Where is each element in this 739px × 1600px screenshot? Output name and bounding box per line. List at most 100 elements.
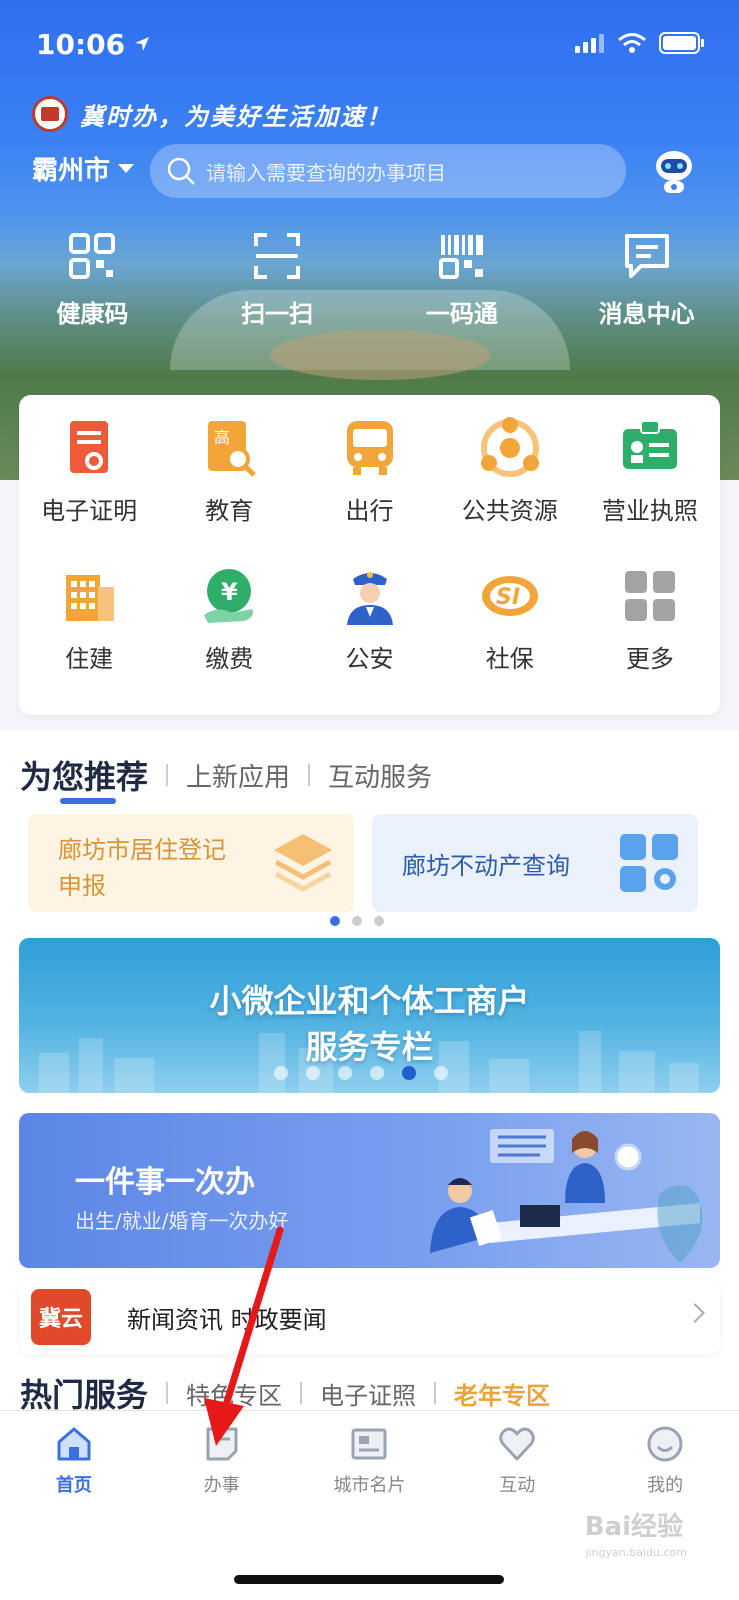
- home-icon: [57, 1427, 91, 1461]
- tab-new-apps[interactable]: 上新应用: [186, 757, 290, 794]
- assistant-robot-icon[interactable]: [652, 148, 696, 196]
- svg-text:高: 高: [214, 428, 230, 447]
- certificate-icon: [70, 421, 109, 473]
- health-code-icon: [69, 233, 116, 279]
- banner-carousel-dots: [274, 1066, 448, 1080]
- slogan-row: 冀时办，为美好生活加速！: [32, 96, 392, 132]
- quick-actions: 健康码 扫一扫 一码通 消息中心: [0, 232, 739, 329]
- caret-down-icon: [118, 164, 135, 173]
- more-grid-icon: [624, 571, 675, 621]
- banner-title-line2: 服务专栏: [305, 1028, 434, 1066]
- service-housing[interactable]: 住建: [19, 565, 159, 674]
- card-title: 廊坊市居住登记 申报: [58, 832, 258, 904]
- signal-icon: [575, 34, 604, 53]
- status-time: 10:06: [36, 28, 126, 61]
- active-tab-indicator: [60, 798, 116, 804]
- tab-interactive-services[interactable]: 互动服务: [328, 757, 432, 794]
- card-residence-registration[interactable]: 廊坊市居住登记 申报: [28, 814, 354, 912]
- service-label: 公共资源: [461, 497, 558, 525]
- svg-text:SI: SI: [496, 585, 520, 610]
- apps-gear-icon: [620, 834, 678, 892]
- card-real-estate-query[interactable]: 廊坊不动产查询: [372, 814, 698, 912]
- tab-for-you[interactable]: 为您推荐: [20, 752, 148, 798]
- wifi-icon: [618, 33, 646, 53]
- status-bar: 10:06: [0, 0, 739, 90]
- battery-icon: [659, 32, 704, 54]
- service-social-security[interactable]: SI 社保: [440, 565, 580, 674]
- police-icon: [346, 572, 393, 625]
- banner-title: 一件事一次办: [75, 1165, 255, 1200]
- service-row-2: 住建 ¥ 缴费 公安 SI 社保 更多: [19, 565, 720, 674]
- tab-featured-zone[interactable]: 特色专区: [186, 1376, 282, 1411]
- quick-scan[interactable]: 扫一扫: [185, 232, 370, 329]
- banner-small-business[interactable]: 小微企业和个体工商户 服务专栏: [19, 938, 720, 1093]
- heart-icon: [499, 1427, 536, 1461]
- emblem-logo-icon: [32, 96, 68, 132]
- carousel-dots: [330, 916, 384, 926]
- service-grid: 电子证明 高 教育 出行 公共资源 营业执照 住建 ¥ 缴费 公安 SI 社保 …: [19, 395, 720, 715]
- service-label: 教育: [205, 497, 254, 525]
- service-police[interactable]: 公安: [299, 565, 439, 674]
- tab-e-license[interactable]: 电子证照: [320, 1376, 416, 1411]
- city-name: 霸州市: [32, 156, 111, 186]
- card-line: 申报: [58, 872, 106, 900]
- banner-one-thing-once[interactable]: 一件事一次办 出生/就业/婚育一次办好: [19, 1113, 720, 1268]
- service-public-resources[interactable]: 公共资源: [440, 417, 580, 526]
- divider: [166, 1382, 169, 1404]
- building-icon: [66, 575, 115, 621]
- service-travel[interactable]: 出行: [299, 417, 439, 526]
- app-screen: 10:06 冀时办，为美好生活加速！ 霸州市 请输入需要查询的办事项目 健康码: [0, 0, 739, 1600]
- education-icon: 高: [208, 421, 257, 477]
- search-placeholder: 请输入需要查询的办事项目: [206, 160, 446, 185]
- service-e-proof[interactable]: 电子证明: [19, 417, 159, 526]
- tab-city-card[interactable]: 城市名片: [296, 1425, 444, 1497]
- watermark-brand: Bai经验: [584, 1512, 683, 1542]
- quick-label: 健康码: [56, 300, 129, 328]
- banner-title-line1: 小微企业和个体工商户: [209, 982, 530, 1020]
- public-resource-icon: [480, 417, 539, 477]
- chevron-right-icon: [685, 1303, 705, 1323]
- profile-smile-icon: [647, 1426, 683, 1462]
- quick-one-code[interactable]: 一码通: [370, 232, 555, 329]
- home-indicator: [234, 1575, 504, 1584]
- service-label: 电子证明: [41, 497, 138, 525]
- quick-label: 一码通: [425, 300, 498, 328]
- recommend-section: 为您推荐 上新应用 互动服务 廊坊市居住登记 申报 廊坊不动产查询 小微企业和个…: [0, 730, 739, 1414]
- location-arrow-icon: [135, 37, 149, 51]
- tab-label: 办事: [203, 1475, 240, 1496]
- service-business-license[interactable]: 营业执照: [580, 417, 720, 526]
- quick-label: 消息中心: [598, 300, 695, 328]
- license-icon: [622, 420, 677, 469]
- tab-label: 互动: [499, 1475, 536, 1496]
- service-more[interactable]: 更多: [580, 565, 720, 674]
- service-label: 缴费: [205, 645, 254, 673]
- card-line: 廊坊市居住登记: [58, 836, 226, 864]
- service-education[interactable]: 高 教育: [159, 417, 299, 526]
- service-label: 营业执照: [601, 497, 698, 525]
- city-selector[interactable]: 霸州市: [32, 150, 135, 187]
- tab-mine[interactable]: 我的: [591, 1425, 739, 1497]
- service-payment[interactable]: ¥ 缴费: [159, 565, 299, 674]
- banner-subtitle: 出生/就业/婚育一次办好: [75, 1209, 289, 1233]
- svg-text:¥: ¥: [221, 578, 238, 606]
- office-illustration: [430, 1129, 703, 1263]
- service-row-1: 电子证明 高 教育 出行 公共资源 营业执照: [19, 417, 720, 526]
- tab-home[interactable]: 首页: [0, 1425, 148, 1497]
- tab-label: 城市名片: [333, 1475, 406, 1496]
- quick-health-code[interactable]: 健康码: [0, 232, 185, 329]
- quick-message-center[interactable]: 消息中心: [554, 232, 739, 329]
- tab-senior-zone[interactable]: 老年专区: [454, 1376, 550, 1411]
- layers-icon: [274, 834, 332, 892]
- search-input[interactable]: 请输入需要查询的办事项目: [150, 144, 626, 198]
- quick-label: 扫一扫: [241, 300, 314, 328]
- news-bar[interactable]: 冀云 新闻资讯 时政要闻: [19, 1280, 720, 1354]
- tab-interact[interactable]: 互动: [443, 1425, 591, 1497]
- barcode-icon: [438, 235, 483, 279]
- divider: [166, 764, 169, 786]
- city-card-icon: [351, 1428, 387, 1460]
- plaza-image: [270, 330, 490, 380]
- message-icon: [624, 234, 669, 278]
- bus-icon: [346, 421, 393, 475]
- tab-affairs[interactable]: 办事: [148, 1425, 296, 1497]
- scan-icon: [254, 233, 301, 279]
